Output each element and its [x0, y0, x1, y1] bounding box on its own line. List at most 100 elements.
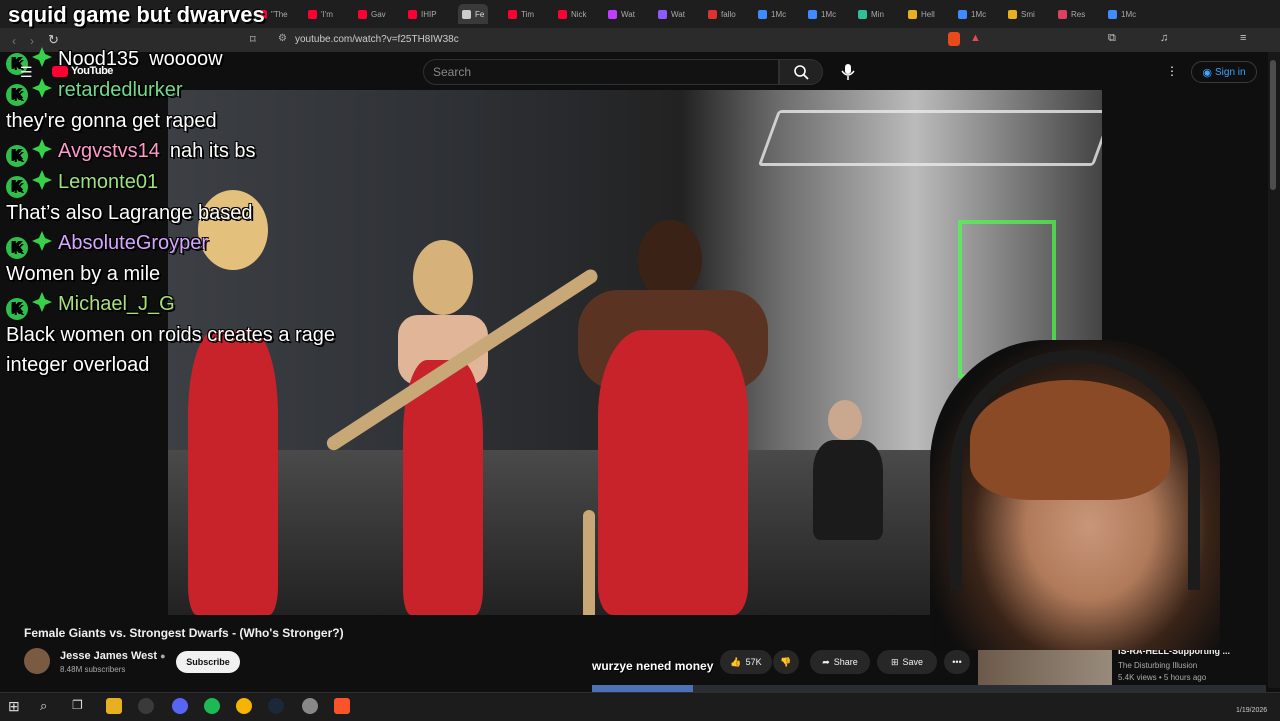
- browser-tab[interactable]: 1Mc: [1108, 4, 1136, 24]
- sparkle-badge-icon: [31, 138, 53, 160]
- chat-message: K Michael_J_G Black women on roids creates…: [6, 289, 336, 380]
- microphone-icon: [841, 64, 855, 80]
- windows-start-icon[interactable]: ⊞: [8, 698, 24, 714]
- browser-tab[interactable]: Smi: [1008, 4, 1035, 24]
- subscribe-button[interactable]: Subscribe: [176, 651, 240, 673]
- voice-search-button[interactable]: [838, 60, 858, 84]
- taskbar-clock: 1/19/2026: [1236, 707, 1268, 714]
- browser-tab[interactable]: Tim: [508, 4, 534, 24]
- browser-tab[interactable]: Min: [858, 4, 884, 24]
- tab-label: Gav: [371, 9, 386, 19]
- tab-favicon-icon: [558, 9, 567, 19]
- tab-label: Wat: [621, 9, 635, 19]
- tab-label: IHIP: [421, 9, 437, 19]
- save-icon: ⊞: [890, 656, 899, 667]
- video-figure-background: [808, 400, 888, 540]
- tab-label: Res: [1071, 9, 1086, 19]
- sparkle-badge-icon: [31, 46, 53, 68]
- task-view-icon[interactable]: ❐: [72, 698, 88, 714]
- browser-tab[interactable]: fallo: [708, 4, 736, 24]
- search-button[interactable]: [779, 59, 823, 85]
- browser-tab[interactable]: 1Mc: [808, 4, 836, 24]
- brave-shield-icon[interactable]: [948, 32, 960, 46]
- donation-message: wurzye nened money: [592, 659, 714, 673]
- tab-favicon-icon: [1058, 9, 1067, 19]
- hamburger-menu-icon[interactable]: ☰: [20, 64, 33, 81]
- browser-tab[interactable]: 1Mc: [958, 4, 986, 24]
- rewards-icon[interactable]: ▲: [970, 32, 981, 44]
- file-explorer-icon[interactable]: [106, 698, 122, 714]
- windows-taskbar: [0, 692, 1280, 721]
- video-title: Female Giants vs. Strongest Dwarfs - (Wh…: [24, 626, 344, 640]
- streamer-webcam: [930, 340, 1220, 650]
- tab-label: 1Mc: [1121, 9, 1137, 19]
- recommended-video-channel: The Disturbing Illusion: [1118, 661, 1198, 670]
- tab-favicon-icon: [1108, 9, 1117, 19]
- save-button[interactable]: ⊞ Save: [877, 650, 937, 674]
- share-button[interactable]: ➦ Share: [810, 650, 870, 674]
- more-horizontal-icon: •••: [952, 657, 962, 667]
- channel-name-text: Jesse James West: [60, 650, 158, 662]
- tab-favicon-icon: [958, 9, 967, 19]
- taskbar-search-icon[interactable]: ⌕: [40, 698, 56, 714]
- chat-message-text: Black women on roids creates a rage inte…: [6, 324, 336, 376]
- sign-in-button[interactable]: ◉ Sign in: [1191, 61, 1257, 83]
- tab-label: Wat: [671, 9, 685, 19]
- tab-favicon-icon: [908, 9, 917, 19]
- menu-icon[interactable]: ≡: [1240, 32, 1246, 44]
- browser-tab[interactable]: Gav: [358, 4, 386, 24]
- like-button[interactable]: 👍 57K: [720, 650, 772, 674]
- site-info-icon[interactable]: ⚙: [278, 33, 287, 44]
- browser-tab[interactable]: IHIP: [408, 4, 437, 24]
- browser-tab[interactable]: Wat: [608, 4, 635, 24]
- search-placeholder: Search: [433, 65, 472, 79]
- tab-favicon-icon: [358, 9, 367, 19]
- more-actions-button[interactable]: •••: [944, 650, 970, 674]
- recommended-video-thumbnail[interactable]: [978, 650, 1112, 686]
- subscriber-count: 8.48M subscribers: [60, 665, 126, 674]
- tab-label: fallo: [721, 9, 736, 19]
- chat-message: K Avgvstvs14 nah its bs: [6, 136, 336, 167]
- more-options-icon[interactable]: ⋮: [1166, 64, 1178, 78]
- headphones-icon: [950, 350, 1200, 590]
- browser-tab[interactable]: Fe: [458, 4, 489, 24]
- share-label: Share: [833, 657, 858, 667]
- video-frame-neon-light: [757, 110, 1102, 166]
- browser-tab[interactable]: 1Mc: [758, 4, 786, 24]
- tab-favicon-icon: [408, 9, 417, 19]
- sign-in-label: Sign in: [1215, 66, 1246, 78]
- discord-icon[interactable]: [172, 698, 188, 714]
- scrollbar-thumb[interactable]: [1270, 60, 1276, 190]
- browser-tab[interactable]: Res: [1058, 4, 1085, 24]
- chat-username: Avgvstvs14: [58, 140, 160, 162]
- browser-tab[interactable]: Hell: [908, 4, 935, 24]
- extensions-icon[interactable]: ⧉: [1108, 32, 1116, 45]
- sparkle-badge-icon: [31, 291, 53, 313]
- browser-tab[interactable]: 'I'm: [308, 4, 333, 24]
- chat-message-text: Women by a mile: [6, 263, 161, 285]
- video-frame-battle-rope-end: [583, 510, 595, 615]
- tab-label: "The: [271, 9, 288, 19]
- like-count: 57K: [745, 657, 762, 667]
- media-icon[interactable]: ♫: [1160, 32, 1168, 44]
- tab-label: 1Mc: [971, 9, 987, 19]
- chat-username: AbsoluteGroyper: [58, 232, 209, 254]
- sparkle-badge-icon: [31, 230, 53, 252]
- dislike-button[interactable]: 👎: [773, 650, 799, 674]
- obs-icon[interactable]: [138, 698, 154, 714]
- brave-browser-icon[interactable]: [334, 698, 350, 714]
- search-input[interactable]: [423, 59, 779, 85]
- search-icon: [794, 65, 809, 80]
- chrome-icon[interactable]: [236, 698, 252, 714]
- steam-icon[interactable]: [268, 698, 284, 714]
- browser-tab[interactable]: Wat: [658, 4, 685, 24]
- spotify-icon[interactable]: [204, 698, 220, 714]
- browser-tab[interactable]: Nick: [558, 4, 587, 24]
- channel-avatar[interactable]: [24, 648, 50, 674]
- channel-name[interactable]: Jesse James West ●: [60, 650, 166, 662]
- youtube-logo[interactable]: YouTube: [52, 65, 113, 77]
- subscriber-badge-icon: K: [6, 145, 28, 167]
- app-icon[interactable]: [302, 698, 318, 714]
- tab-favicon-icon: [308, 9, 317, 19]
- tab-label: Fe: [475, 9, 485, 19]
